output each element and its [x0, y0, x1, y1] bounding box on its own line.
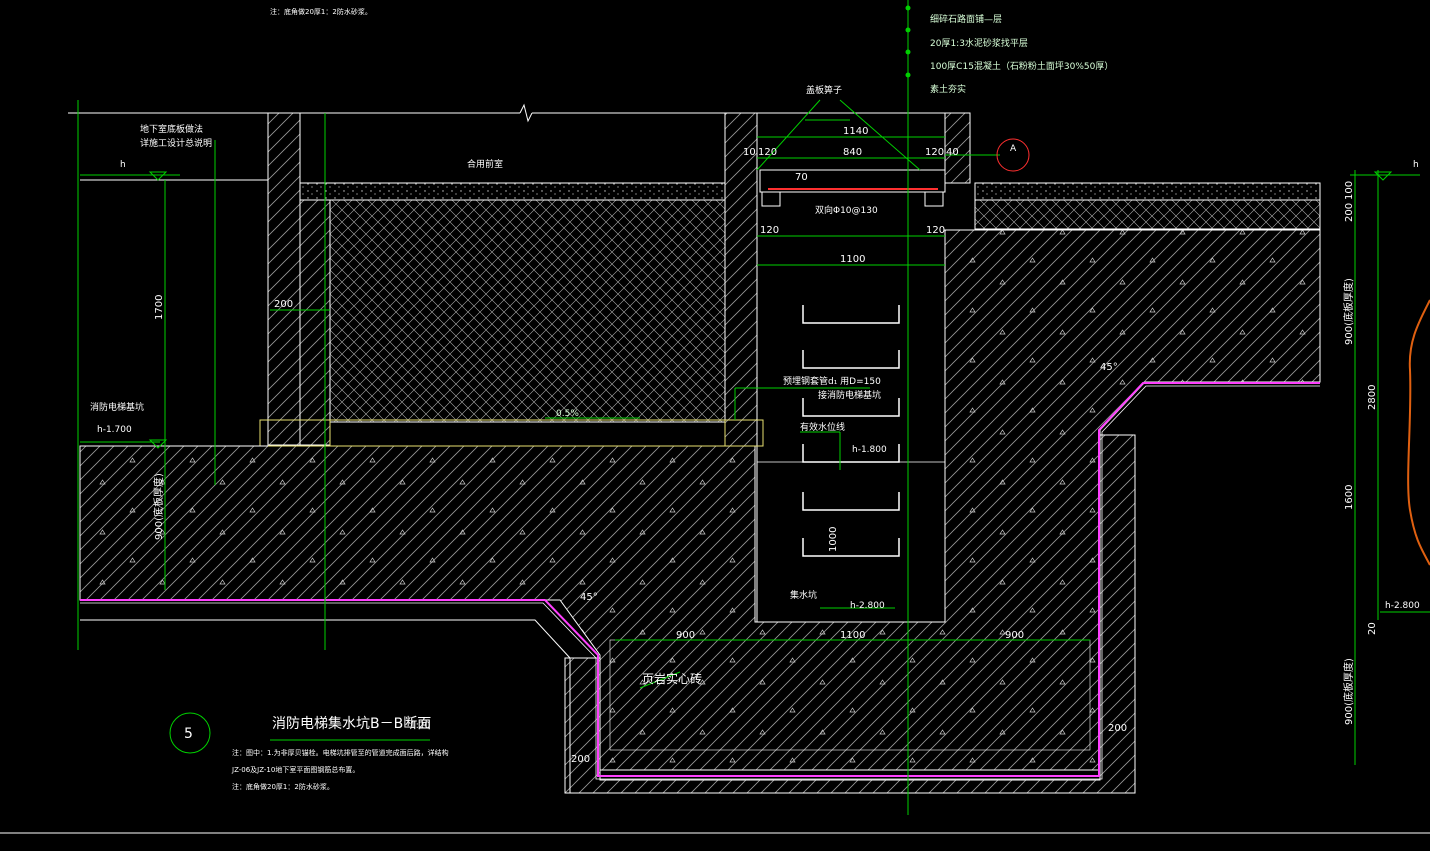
dim-right-2800: 2800: [1367, 385, 1378, 410]
right-floor-slab: [974, 182, 1321, 201]
title-text: 消防电梯集水坑B－B断面: [272, 715, 431, 732]
legend-layer-2: 20厚1:3水泥砂浆找平层: [930, 37, 1028, 49]
cad-drawing: 细碎石路面铺—层 20厚1:3水泥砂浆找平层 100厚C15混凝土（石粉粉土面坪…: [0, 0, 1430, 834]
grate-label: 盖板箅子: [806, 84, 842, 96]
top-note: 注：底角做20厚1：2防水砂浆。: [270, 7, 372, 16]
title-note-3: 注：底角做20厚1：2防水砂浆。: [232, 782, 334, 791]
h-right-label: h: [1413, 160, 1419, 170]
dim-top-120-l: 120: [758, 147, 777, 158]
elev-right-bottom: h-2.800: [1385, 601, 1420, 611]
axis-label: A: [1010, 144, 1017, 154]
legend-layer-4: 素土夯实: [930, 83, 966, 95]
legend-layer-1: 细碎石路面铺—层: [930, 13, 1002, 25]
slope-bench: [259, 419, 764, 447]
dim-top-40-r: 40: [946, 147, 959, 158]
left-floor-slab: [299, 182, 726, 201]
title-number: 5: [184, 726, 193, 742]
grate: [759, 169, 946, 207]
dim-angle-r: 45°: [1100, 362, 1118, 373]
rebar-label: 双向Φ10@130: [815, 204, 878, 216]
h-left-label: h: [120, 160, 126, 170]
right-cushion: [974, 199, 1321, 230]
elevator-pit-label: 消防电梯基坑: [90, 401, 144, 413]
dim-wall-120-l: 120: [760, 225, 779, 236]
elev-pit-bottom: h-2.800: [850, 601, 885, 611]
title-note-1: 注：图中：1.为非厚贝锚栓。电梯坑排管至的管道完成面后路，详结构: [232, 748, 449, 757]
left-wall-a: [267, 112, 301, 446]
basement-note-1: 地下室底板做法: [140, 123, 203, 135]
dim-grate-width: 840: [843, 147, 862, 158]
pit-wall-left: [724, 112, 758, 447]
dim-bottom-200-l: 200: [571, 754, 590, 765]
room-crosshatch: [329, 199, 726, 423]
dim-right-20: 20: [1367, 622, 1378, 635]
dim-bottom-200-r: 200: [1108, 723, 1127, 734]
elev-left-pit: h-1.700: [97, 425, 132, 435]
dim-right-200: 200: [1344, 203, 1355, 222]
brick-label: 页岩实心砖: [642, 671, 702, 686]
pit-interior: [756, 264, 946, 623]
dim-right-900-bot: 900(底板厚度): [1342, 658, 1355, 725]
title-note-2: JZ-06及JZ-10地下室平面图钢筋总布置。: [231, 765, 359, 774]
dim-bottom-900-r: 900: [1005, 630, 1024, 641]
dim-bottom-900-l: 900: [676, 630, 695, 641]
dim-pit-depth: 1000: [828, 527, 839, 552]
legend-layer-3: 100厚C15混凝土（石粉粉土面坪30%50厚）: [930, 60, 1113, 72]
dim-right-100: 100: [1344, 181, 1355, 200]
room-name: 合用前室: [467, 158, 503, 170]
dim-right-1600: 1600: [1344, 485, 1355, 510]
dim-left-wall: 200: [274, 299, 293, 310]
dim-pit-width: 1100: [840, 254, 865, 265]
dim-left-1700: 1700: [154, 295, 165, 320]
basement-note-2: 详施工设计总说明: [140, 137, 212, 149]
slope-label: 0.5%: [556, 409, 579, 419]
dim-wall-120-r: 120: [926, 225, 945, 236]
legend-layers: 细碎石路面铺—层 20厚1:3水泥砂浆找平层 100厚C15混凝土（石粉粉土面坪…: [930, 13, 1113, 95]
dim-bottom-1100: 1100: [840, 630, 865, 641]
pit-name: 集水坑: [790, 589, 817, 601]
pit-connect-label: 接消防电梯基坑: [818, 389, 881, 401]
dim-top-10-l: 10: [743, 147, 756, 158]
dim-angle-l: 45°: [580, 592, 598, 603]
title-scale: 1:20: [410, 721, 430, 731]
orange-curve: [1407, 299, 1430, 566]
water-line-label: 有效水位线: [800, 421, 845, 433]
dim-right-900-top: 900(底板厚度): [1342, 278, 1355, 345]
dim-left-900: 900(底板厚度): [152, 473, 165, 540]
elev-water-line: h-1.800: [852, 445, 887, 455]
dim-grate-thk: 70: [795, 172, 808, 183]
dim-top-120-r: 120: [925, 147, 944, 158]
pipe-label: 预埋钢套管d₁ 用D=150: [783, 375, 881, 387]
dim-top-total: 1140: [843, 126, 868, 137]
